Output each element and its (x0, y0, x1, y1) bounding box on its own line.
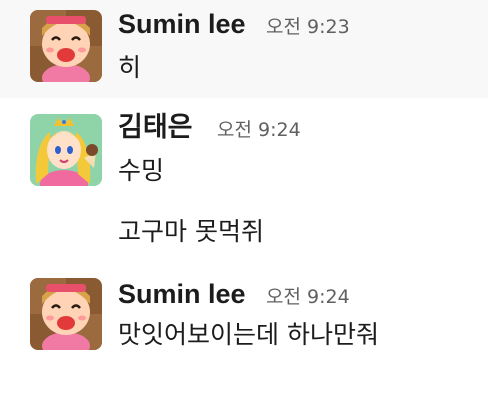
message-timestamp[interactable]: 오전 9:24 (217, 119, 301, 141)
message-timestamp[interactable]: 오전 9:23 (266, 16, 350, 38)
message-feed: Sumin lee 오전 9:23 히 김태은 오전 9:24 수밍 고구마 못… (0, 0, 488, 394)
message-author[interactable]: Sumin lee (118, 9, 246, 39)
message-text-continuation: 고구마 못먹쥐 (118, 217, 264, 246)
message-author[interactable]: 김태은 (118, 112, 193, 142)
message-1[interactable]: Sumin lee 오전 9:23 히 (0, 0, 488, 98)
message-text: 맛잇어보이는데 하나만줘 (118, 320, 379, 349)
message-3[interactable]: Sumin lee 오전 9:24 맛잇어보이는데 하나만줘 (0, 264, 488, 364)
message-2[interactable]: 김태은 오전 9:24 수밍 고구마 못먹쥐 (0, 98, 488, 264)
message-timestamp[interactable]: 오전 9:24 (266, 286, 350, 308)
message-text: 히 (118, 53, 142, 82)
message-text: 수밍 (118, 156, 165, 185)
cartoon-girl-avatar-icon[interactable] (30, 278, 102, 350)
princess-peach-avatar-icon[interactable] (30, 114, 102, 186)
cartoon-girl-avatar-icon[interactable] (30, 10, 102, 82)
message-author[interactable]: Sumin lee (118, 279, 246, 309)
